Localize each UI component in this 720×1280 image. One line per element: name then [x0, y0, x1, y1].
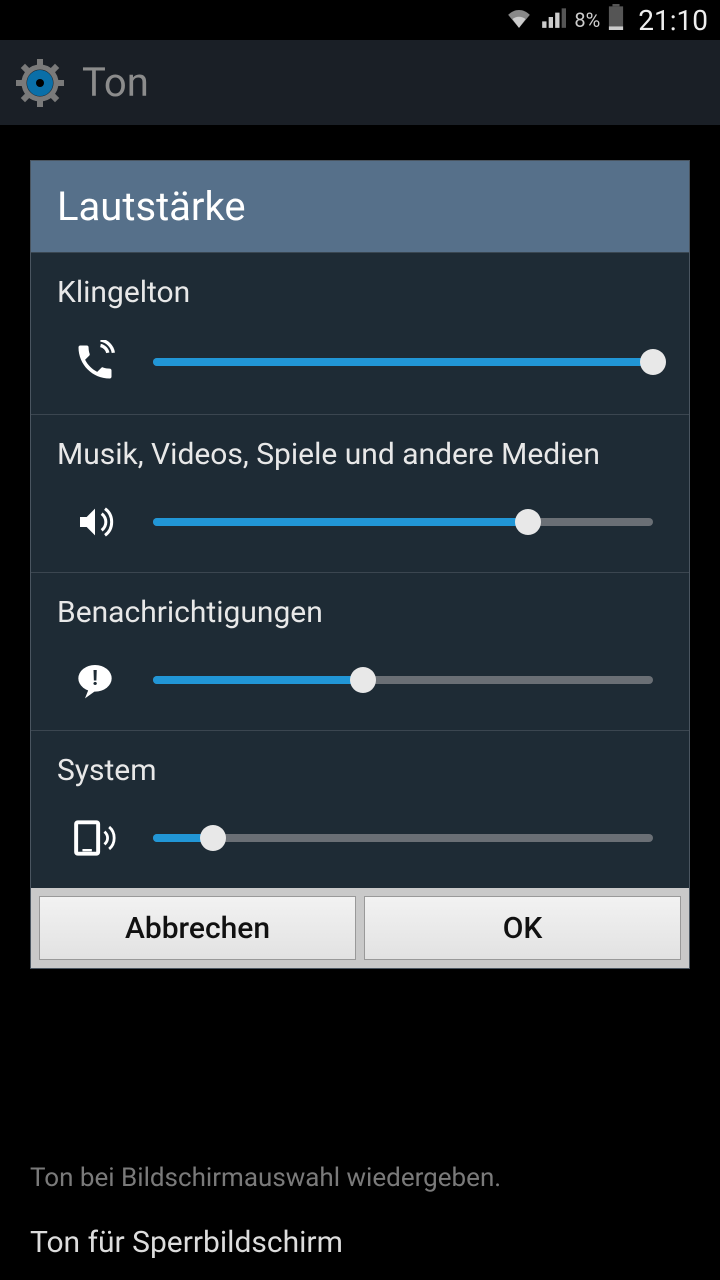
dialog-body: Klingelton Musik, Videos, Spiele und and… [31, 253, 689, 888]
bg-list-item-1: Ton bei Bildschirmauswahl wiedergeben. [30, 1163, 501, 1193]
dialog-title: Lautstärke [57, 183, 663, 230]
bg-list-item-2[interactable]: Ton für Sperrbildschirm [30, 1225, 343, 1260]
dialog-actions: Abbrechen OK [31, 888, 689, 968]
ringtone-slider[interactable] [153, 348, 653, 376]
battery-icon [608, 4, 624, 36]
media-slider[interactable] [153, 508, 653, 536]
volume-section-system: System [31, 731, 689, 888]
system-slider[interactable] [153, 824, 653, 852]
status-bar: 8% 21:10 [0, 0, 720, 40]
settings-gear-icon [16, 59, 64, 107]
dialog-header: Lautstärke [31, 161, 689, 253]
svg-text:!: ! [92, 666, 98, 691]
action-bar: Ton [0, 40, 720, 125]
volume-section-media: Musik, Videos, Spiele und andere Medien [31, 415, 689, 573]
volume-label: Klingelton [57, 275, 663, 310]
wifi-icon [506, 6, 532, 34]
notification-icon: ! [67, 660, 123, 700]
volume-label: Benachrichtigungen [57, 595, 663, 630]
page-title: Ton [82, 59, 149, 106]
notifications-slider[interactable] [153, 666, 653, 694]
battery-percent: 8% [574, 8, 600, 32]
ok-button[interactable]: OK [364, 896, 681, 960]
device-sound-icon [67, 818, 123, 858]
volume-dialog: Lautstärke Klingelton Musik, Videos, Spi… [30, 160, 690, 969]
signal-icon [540, 6, 566, 34]
volume-label: System [57, 753, 663, 788]
speaker-icon [67, 502, 123, 542]
volume-section-notifications: Benachrichtigungen ! [31, 573, 689, 731]
phone-ring-icon [67, 340, 123, 384]
volume-section-ringtone: Klingelton [31, 253, 689, 415]
clock: 21:10 [638, 4, 708, 37]
cancel-button[interactable]: Abbrechen [39, 896, 356, 960]
volume-label: Musik, Videos, Spiele und andere Medien [57, 437, 663, 472]
